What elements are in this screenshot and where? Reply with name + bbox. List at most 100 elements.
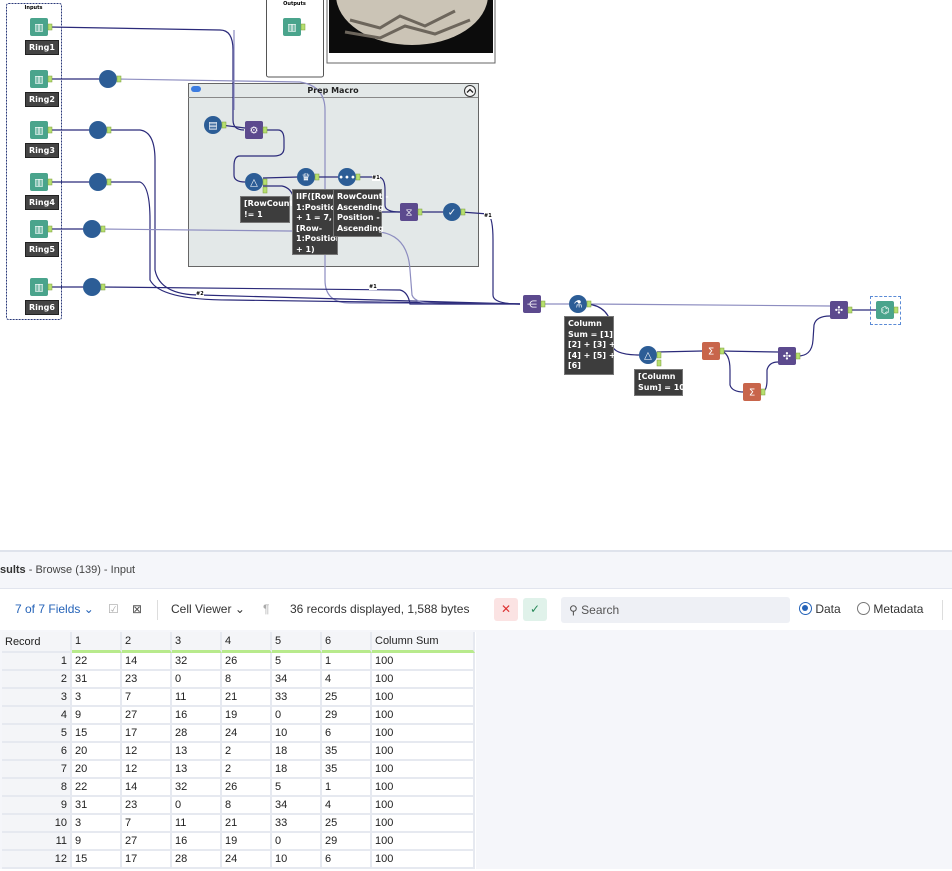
table-cell: 1 <box>322 779 372 797</box>
blue-tool[interactable] <box>89 121 107 139</box>
connection-label: #2 <box>196 291 204 297</box>
connection-label: #1 <box>372 175 380 181</box>
tile-tool[interactable]: ♛ <box>297 168 315 186</box>
table-cell: 28 <box>172 851 222 869</box>
table-cell: 1 <box>2 653 72 671</box>
macro-input-tool[interactable]: ▤ <box>204 116 222 134</box>
sort-tool[interactable]: ••• <box>338 168 356 186</box>
table-row[interactable]: 2 31 23 0 8 34 4 100 <box>2 671 475 689</box>
table-cell: 0 <box>172 797 222 815</box>
table-cell: 8 <box>2 779 72 797</box>
input-data-tool-ring6[interactable]: ▥ <box>30 278 48 296</box>
select-tool[interactable]: ✓ <box>443 203 461 221</box>
annotation-sort: RowCount - Ascending Position - Ascendin… <box>333 189 389 237</box>
table-cell: 4 <box>322 671 372 689</box>
column-header[interactable]: Record <box>2 632 72 653</box>
union-tool[interactable]: ⋲ <box>523 295 541 313</box>
input-data-tool-ring4[interactable]: ▥ <box>30 173 48 191</box>
column-header[interactable]: 1 <box>72 632 122 653</box>
check-icon[interactable]: ✓ <box>523 598 547 621</box>
table-row[interactable]: 4 9 27 16 19 0 29 100 <box>2 707 475 725</box>
input-data-tool-ring3[interactable]: ▥ <box>30 121 48 139</box>
table-cell: 100 <box>372 833 475 851</box>
pilcrow-icon[interactable]: ¶ <box>263 602 269 616</box>
table-row[interactable]: 9 31 23 0 8 34 4 100 <box>2 797 475 815</box>
cell-viewer-dropdown[interactable]: Cell Viewer ⌄ <box>171 602 245 616</box>
table-row[interactable]: 10 3 7 11 21 33 25 100 <box>2 815 475 833</box>
blue-tool[interactable] <box>99 70 117 88</box>
blue-tool[interactable] <box>89 173 107 191</box>
formula-tool[interactable]: ⚗ <box>569 295 587 313</box>
table-row[interactable]: 12 15 17 28 24 10 6 100 <box>2 851 475 869</box>
radio-metadata[interactable]: Metadata <box>857 602 923 616</box>
filter-tool[interactable]: △ <box>245 173 263 191</box>
checkbox-icon[interactable]: ☑ <box>108 602 119 616</box>
connection-wire[interactable] <box>656 350 703 353</box>
table-cell: 24 <box>222 851 272 869</box>
table-row[interactable]: 11 9 27 16 19 0 29 100 <box>2 833 475 851</box>
column-header[interactable]: 4 <box>222 632 272 653</box>
workflow-canvas[interactable]: ▥ ▥ ▥ ▥ ▥ ▥ ▥ ▤ ⚙ △ ♛ ••• ⧖ ✓ ⋲ ⚗ △ Σ Σ ✣ ✣ ⌬ Inputs Outputs … <box>0 0 952 550</box>
table-row[interactable]: 7 20 12 13 2 18 35 100 <box>2 761 475 779</box>
connection-wire[interactable] <box>760 361 779 393</box>
column-header[interactable]: 6 <box>322 632 372 653</box>
input-data-tool-ring1[interactable]: ▥ <box>30 18 48 36</box>
table-row[interactable]: 1 22 14 32 26 5 1 100 <box>2 653 475 671</box>
column-header[interactable]: 5 <box>272 632 322 653</box>
column-header[interactable]: Column Sum <box>372 632 475 653</box>
table-cell: 100 <box>372 689 475 707</box>
outputs-container[interactable] <box>266 0 324 78</box>
table-row[interactable]: 3 3 7 11 21 33 25 100 <box>2 689 475 707</box>
table-cell: 34 <box>272 671 322 689</box>
table-cell: 3 <box>2 689 72 707</box>
output-data-tool[interactable]: ▥ <box>283 18 301 36</box>
browse-selection <box>870 296 901 325</box>
svg-text:✣: ✣ <box>783 352 791 363</box>
table-cell: 23 <box>122 797 172 815</box>
connection-wire[interactable] <box>795 315 831 357</box>
close-icon[interactable]: ✕ <box>494 598 518 621</box>
input-data-tool-ring2[interactable]: ▥ <box>30 70 48 88</box>
connection-label: #1 <box>369 284 377 290</box>
column-header[interactable]: 3 <box>172 632 222 653</box>
deselect-icon[interactable]: ⊠ <box>132 602 142 616</box>
table-cell: 6 <box>2 743 72 761</box>
table-cell: 26 <box>222 779 272 797</box>
table-row[interactable]: 5 15 17 28 24 10 6 100 <box>2 725 475 743</box>
search-input[interactable]: ⚲ Search <box>561 597 790 623</box>
input-data-tool-ring5[interactable]: ▥ <box>30 220 48 238</box>
blue-tool[interactable] <box>83 220 101 238</box>
filter-column-sum-tool[interactable]: △ <box>639 346 657 364</box>
svg-text:Σ: Σ <box>708 347 714 358</box>
table-cell: 22 <box>72 779 122 797</box>
table-cell: 10 <box>272 725 322 743</box>
radio-data[interactable]: Data <box>799 602 841 616</box>
annotation-formula-position: IIF([Row- 1:Position] + 1 = 7, 1, [Row- … <box>292 189 338 255</box>
join-multiple-tool[interactable]: ✣ <box>778 347 796 365</box>
table-row[interactable]: 8 22 14 32 26 5 1 100 <box>2 779 475 797</box>
blue-tool[interactable] <box>83 278 101 296</box>
summarize-tool-2[interactable]: Σ <box>743 383 761 401</box>
table-cell: 5 <box>2 725 72 743</box>
multi-row-formula-tool[interactable]: ⧖ <box>400 203 418 221</box>
annotation-formula-column-sum: Column Sum = [1] + [2] + [3] + [4] + [5]… <box>564 316 622 375</box>
table-row[interactable]: 6 20 12 13 2 18 35 100 <box>2 743 475 761</box>
table-cell: 0 <box>272 707 322 725</box>
table-cell: 100 <box>372 851 475 869</box>
table-cell: 15 <box>72 725 122 743</box>
connection-wire[interactable] <box>719 350 779 353</box>
connection-wire[interactable] <box>586 303 831 307</box>
join-multiple-tool-2[interactable]: ✣ <box>830 301 848 319</box>
svg-text:▥: ▥ <box>34 283 43 294</box>
summarize-tool[interactable]: Σ <box>702 342 720 360</box>
generate-rows-tool[interactable]: ⚙ <box>245 121 263 139</box>
fields-dropdown[interactable]: 7 of 7 Fields ⌄ <box>15 602 94 616</box>
table-cell: 18 <box>272 743 322 761</box>
column-header[interactable]: 2 <box>122 632 172 653</box>
table-cell: 22 <box>72 653 122 671</box>
table-cell: 19 <box>222 707 272 725</box>
connection-wire[interactable] <box>719 350 745 393</box>
table-cell: 13 <box>172 761 222 779</box>
table-cell: 14 <box>122 653 172 671</box>
table-cell: 6 <box>322 851 372 869</box>
